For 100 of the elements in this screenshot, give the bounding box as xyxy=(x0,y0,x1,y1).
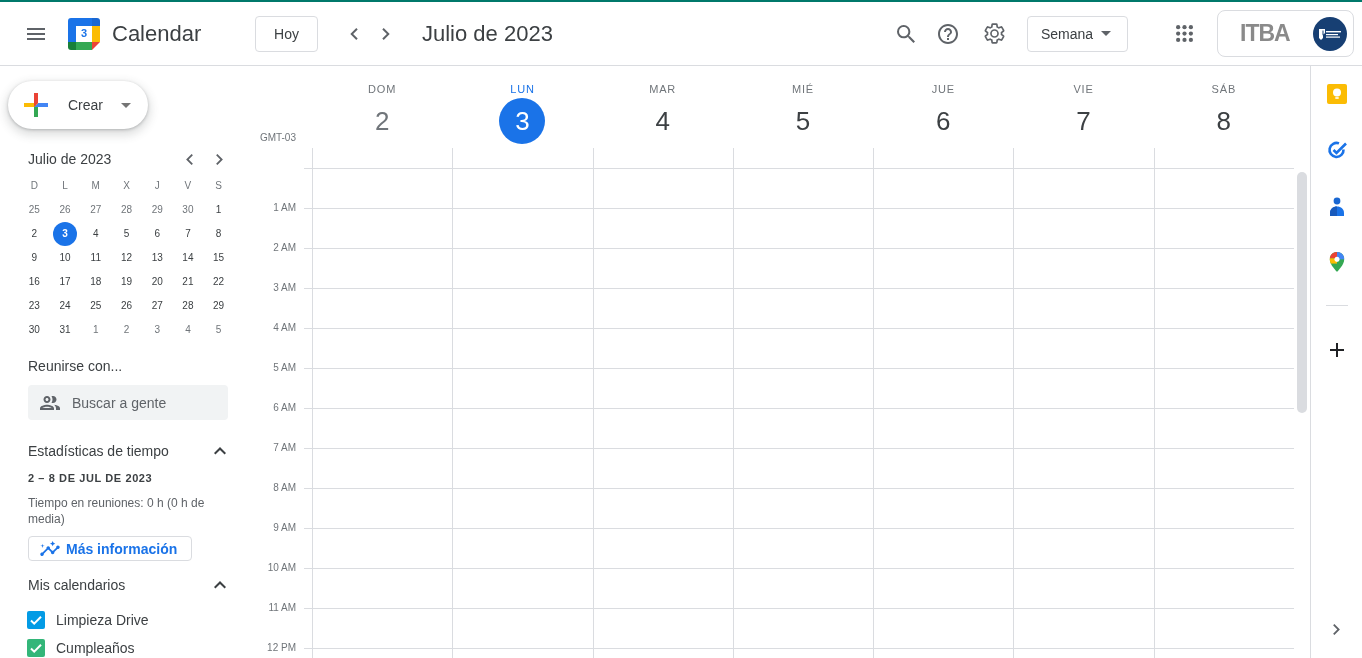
plus-icon[interactable] xyxy=(1329,343,1344,357)
weekday-name: MIÉ xyxy=(792,82,814,97)
calendar-day[interactable]: 9 xyxy=(22,246,47,270)
hour-label: 6 AM xyxy=(273,402,296,414)
calendar-day[interactable]: 22 xyxy=(206,270,231,294)
create-button[interactable]: Crear xyxy=(8,81,148,129)
calendar-day[interactable]: 13 xyxy=(145,246,170,270)
calendar-day[interactable]: 30 xyxy=(175,198,200,222)
weekday-name: MAR xyxy=(649,82,677,97)
help-icon[interactable] xyxy=(938,23,958,44)
calendar-day[interactable]: 15 xyxy=(206,246,231,270)
chevron-left-icon[interactable] xyxy=(185,153,193,165)
day-number[interactable]: 6 xyxy=(920,98,967,144)
calendar-day[interactable]: 7 xyxy=(175,222,200,246)
mini-calendar-title: Julio de 2023 xyxy=(28,150,112,169)
calendar-day[interactable]: 2 xyxy=(22,222,47,246)
avatar-icon[interactable] xyxy=(1313,16,1347,51)
hour-label: 12 PM xyxy=(267,642,296,654)
caret-down-icon[interactable] xyxy=(1101,31,1111,36)
weekday-letter: S xyxy=(215,180,222,192)
search-icon[interactable] xyxy=(897,24,915,43)
hour-label: 5 AM xyxy=(273,362,296,374)
calendar-day[interactable]: 29 xyxy=(206,294,231,318)
hour-label: 8 AM xyxy=(273,482,296,494)
calendar-name: Cumpleaños xyxy=(56,639,135,658)
calendar-day[interactable]: 29 xyxy=(145,198,170,222)
calendar-day[interactable]: 28 xyxy=(114,198,139,222)
calendar-day[interactable]: 8 xyxy=(206,222,231,246)
day-number[interactable]: 5 xyxy=(780,98,826,144)
calendar-day[interactable]: 21 xyxy=(175,270,200,294)
calendar-day[interactable]: 25 xyxy=(22,198,47,222)
weekday-name: DOM xyxy=(368,82,397,97)
calendar-day[interactable]: 18 xyxy=(83,270,108,294)
people-search-field[interactable]: Buscar a gente xyxy=(28,385,228,420)
calendar-day[interactable]: 1 xyxy=(206,198,231,222)
calendar-day[interactable]: 17 xyxy=(53,270,78,294)
hour-label: 3 AM xyxy=(273,282,296,294)
period-title: Julio de 2023 xyxy=(422,19,553,48)
calendar-day[interactable]: 14 xyxy=(175,246,200,270)
calendar-day[interactable]: 30 xyxy=(22,318,47,342)
day-number[interactable]: 7 xyxy=(1060,98,1107,144)
hour-label: 1 AM xyxy=(273,202,296,214)
calendar-day[interactable]: 10 xyxy=(53,246,78,270)
weekday-letter: V xyxy=(184,180,192,192)
calendar-day[interactable]: 16 xyxy=(22,270,47,294)
calendar-day[interactable]: 4 xyxy=(83,222,108,246)
calendar-day[interactable]: 26 xyxy=(53,198,78,222)
calendar-day[interactable]: 31 xyxy=(53,318,78,342)
weekday-letter: X xyxy=(123,180,130,192)
calendar-day[interactable]: 2 xyxy=(114,318,139,342)
calendar-day[interactable]: 5 xyxy=(114,222,139,246)
day-number[interactable]: 8 xyxy=(1200,98,1247,144)
calendar-day[interactable]: 4 xyxy=(175,318,200,342)
settings-icon[interactable] xyxy=(983,23,1005,44)
calendar-day[interactable]: 27 xyxy=(83,198,108,222)
weekday-name: JUE xyxy=(931,82,955,97)
bulb-tile-icon[interactable] xyxy=(1326,84,1347,104)
calendar-day[interactable]: 28 xyxy=(175,294,200,318)
weekday-letter: D xyxy=(30,180,38,192)
today-button[interactable]: Hoy xyxy=(255,15,318,52)
checkbox[interactable] xyxy=(27,639,45,657)
calendar-day[interactable]: 24 xyxy=(53,294,78,318)
section-title: Reunirse con... xyxy=(27,357,124,376)
calendar-day[interactable]: 20 xyxy=(145,270,170,294)
calendar-day[interactable]: 6 xyxy=(145,222,170,246)
calendar-day[interactable]: 11 xyxy=(83,246,108,270)
chevron-right-icon[interactable] xyxy=(215,153,223,165)
calendar-day[interactable]: 19 xyxy=(114,270,139,294)
meeting-time-summary: Tiempo en reuniones: 0 h (0 h de media) xyxy=(27,495,206,527)
more-info-button[interactable]: Más información xyxy=(28,536,192,561)
chevron-right-icon[interactable] xyxy=(1333,624,1340,635)
chevron-up-icon[interactable] xyxy=(214,447,226,455)
view-select[interactable]: Semana xyxy=(1027,15,1128,52)
chevron-right-icon[interactable] xyxy=(382,27,390,40)
apps-grid-icon[interactable] xyxy=(1175,25,1193,42)
hour-label: 10 AM xyxy=(267,562,296,574)
chevron-up-icon[interactable] xyxy=(214,581,226,589)
day-number[interactable]: 4 xyxy=(639,98,686,144)
hour-label: 2 AM xyxy=(273,242,296,254)
chevron-left-icon[interactable] xyxy=(350,27,358,40)
calendar-day[interactable]: 12 xyxy=(114,246,139,270)
weekday-letter: L xyxy=(62,180,68,192)
calendar-day[interactable]: 23 xyxy=(22,294,47,318)
section-title: Estadísticas de tiempo xyxy=(28,442,169,461)
scrollbar-thumb[interactable] xyxy=(1297,172,1307,413)
calendar-day[interactable]: 3 xyxy=(145,318,170,342)
calendar-day[interactable]: 3 xyxy=(53,222,78,246)
day-number[interactable]: 3 xyxy=(499,98,546,144)
weekday-name: SÁB xyxy=(1211,82,1237,97)
caret-down-icon[interactable] xyxy=(121,102,131,108)
calendar-day[interactable]: 25 xyxy=(83,294,108,318)
calendar-day[interactable]: 5 xyxy=(206,318,231,342)
calendar-day[interactable]: 1 xyxy=(83,318,108,342)
day-number[interactable]: 2 xyxy=(359,98,406,144)
weekday-letter: M xyxy=(91,180,100,192)
menu-icon[interactable] xyxy=(27,27,45,40)
calendar-day[interactable]: 26 xyxy=(114,294,139,318)
check-circle-icon[interactable] xyxy=(1326,140,1347,160)
calendar-day[interactable]: 27 xyxy=(145,294,170,318)
checkbox[interactable] xyxy=(27,611,45,629)
